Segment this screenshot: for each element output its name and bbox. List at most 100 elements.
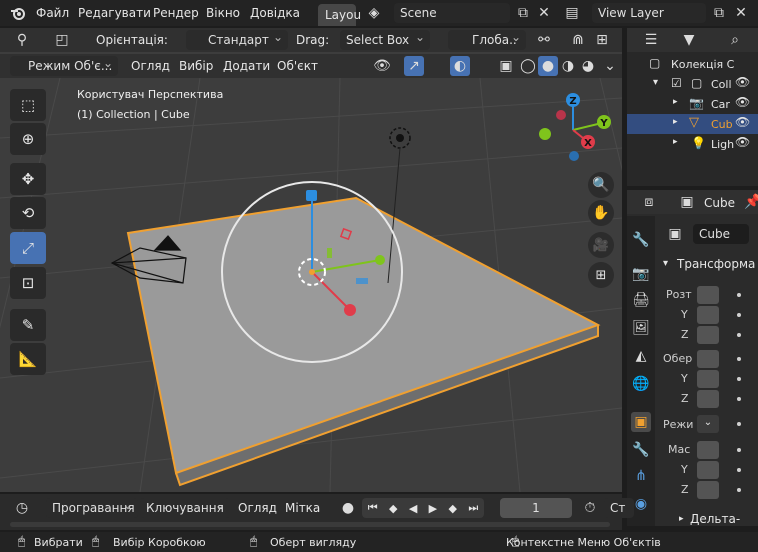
start-frame-field[interactable]: Ст [604,498,634,518]
scale-y-field[interactable] [697,461,719,479]
output-tab-icon[interactable]: 🖨 [631,290,651,310]
rotation-z-field[interactable] [697,390,719,408]
camera-view-button[interactable]: 🎥 [588,232,614,258]
scene-field[interactable]: Scene [394,3,510,23]
physics-tab-icon[interactable]: ◉ [631,494,651,514]
render-tab-icon[interactable]: 📷 [631,264,651,284]
clock-icon[interactable]: ⏱ [580,498,600,518]
eye-icon[interactable]: 👁 [735,115,750,129]
keyframe-dot[interactable] [737,468,741,472]
eye-icon[interactable]: 👁 [735,135,750,149]
scene-icon[interactable]: ◈ [364,3,384,23]
current-frame-field[interactable]: 1 [500,498,572,518]
expand-arrow-icon[interactable]: ▸ [673,117,678,127]
expand-arrow-icon[interactable]: ▸ [673,137,678,147]
keyframe-dot[interactable] [737,313,741,317]
expand-arrow-icon[interactable]: ▸ [673,97,678,107]
keyframe-dot[interactable] [737,488,741,492]
menu-edit[interactable]: Редагувати [78,6,151,20]
next-keyframe-icon[interactable]: ◆ [449,502,457,515]
visibility-icon[interactable]: 👁 [372,56,392,76]
menu-window[interactable]: Вікно [206,6,240,20]
menu-render[interactable]: Рендер [153,6,199,20]
link-icon[interactable]: ⚯ [534,30,554,50]
location-x-field[interactable] [697,286,719,304]
checkbox-icon[interactable]: ☑ [671,76,682,90]
play-reverse-icon[interactable]: ◀ [409,502,417,515]
shading-options-icon[interactable]: ⌄ [600,56,620,76]
modifier-tab-icon[interactable]: 🔧 [631,440,651,460]
orientation-dropdown[interactable]: Стандарт [186,30,288,50]
pan-button[interactable]: ✋ [588,200,614,226]
delete-view-layer-icon[interactable]: ✕ [731,3,751,23]
delta-expand-icon[interactable]: ▸ [679,514,684,524]
solid-shading-icon[interactable]: ● [538,56,558,76]
gizmo-nav-neg-y[interactable] [539,128,551,140]
wireframe-shading-icon[interactable]: ◯ [518,56,538,76]
select-tool[interactable]: ⬚ [10,89,46,121]
rotation-mode-dropdown[interactable]: ⌄ [697,415,719,433]
filter-icon[interactable]: ▼ [679,30,699,50]
playback-dropdown[interactable]: Програвання [46,498,138,518]
keyframe-dot[interactable] [737,293,741,297]
pivot-dropdown[interactable]: Глоба.. [448,30,526,50]
rotation-x-field[interactable] [697,350,719,368]
tool-tab-icon[interactable]: 🔧 [631,230,651,250]
keyframe-dot[interactable] [737,333,741,337]
delete-scene-icon[interactable]: ✕ [534,3,554,23]
keyframe-dot[interactable] [737,377,741,381]
rendered-shading-icon[interactable]: ◕ [578,56,598,76]
menu-object[interactable]: Об'єкт [277,59,318,73]
eye-icon[interactable]: 👁 [735,95,750,109]
gizmo-z-handle[interactable] [306,190,317,201]
pin-icon[interactable]: 📌 [743,192,758,212]
xray-icon[interactable]: ▣ [496,56,516,76]
editor-type-icon[interactable]: ⧈ [639,192,659,212]
record-icon[interactable]: ● [338,498,358,518]
copy-scene-icon[interactable]: ⧉ [513,3,533,23]
object-data-icon[interactable]: ▣ [677,192,697,212]
timeline-scrollbar[interactable] [10,522,610,527]
transform-expand-icon[interactable]: ▾ [663,258,668,269]
gizmo-nav-neg-x[interactable] [556,110,566,120]
drag-dropdown[interactable]: Select Box [340,30,430,50]
menu-help[interactable]: Довідка [250,6,300,20]
outliner-row-scene-collection[interactable]: ▢ Колекція С [627,54,758,74]
outliner-search-icon[interactable]: ⌕ [725,30,745,50]
zoom-button[interactable]: 🔍 [588,172,614,198]
outliner-row-cube[interactable]: ▸ ▽ Cub 👁 [627,114,758,134]
gizmo-nav-neg-z[interactable] [569,151,579,161]
scale-z-field[interactable] [697,481,719,499]
location-z-field[interactable] [697,326,719,344]
measure-tool[interactable]: 📐 [10,343,46,375]
rotate-tool[interactable]: ⟲ [10,197,46,229]
menu-select[interactable]: Вибір [179,59,213,73]
material-shading-icon[interactable]: ◑ [558,56,578,76]
rotation-y-field[interactable] [697,370,719,388]
navigation-gizmo[interactable]: Z Y X [528,90,618,170]
mode-dropdown[interactable]: Режим Об'є... [10,56,118,76]
keyframe-dot[interactable] [737,397,741,401]
view-layer-icon[interactable]: ▤ [562,3,582,23]
keyframe-dot[interactable] [737,448,741,452]
eye-icon[interactable]: 👁 [735,75,750,89]
ortho-toggle-button[interactable]: ⊞ [588,262,614,288]
move-tool[interactable]: ✥ [10,163,46,195]
timeline-marker-menu[interactable]: Мітка [285,501,320,515]
prev-keyframe-icon[interactable]: ◆ [389,502,397,515]
jump-start-icon[interactable]: ⏮ [368,501,378,515]
timeline-view-menu[interactable]: Огляд [238,501,277,515]
menu-view[interactable]: Огляд [131,59,170,73]
timeline-editor-icon[interactable]: ◷ [12,498,32,518]
world-tab-icon[interactable]: 🌐 [631,374,651,394]
display-mode-icon[interactable]: ☰ [641,30,661,50]
object-tab-icon[interactable]: ▣ [631,412,651,432]
gizmo-x-handle[interactable] [344,304,356,316]
outliner-row-light[interactable]: ▸ 💡 Ligh 👁 [627,134,758,154]
expand-arrow-icon[interactable]: ▾ [653,77,658,88]
keyframe-dot[interactable] [737,422,741,426]
view-layer-tab-icon[interactable]: 🖼 [631,318,651,338]
keying-dropdown[interactable]: Ключування [140,498,230,518]
location-y-field[interactable] [697,306,719,324]
scene-tab-icon[interactable]: ◭ [631,346,651,366]
